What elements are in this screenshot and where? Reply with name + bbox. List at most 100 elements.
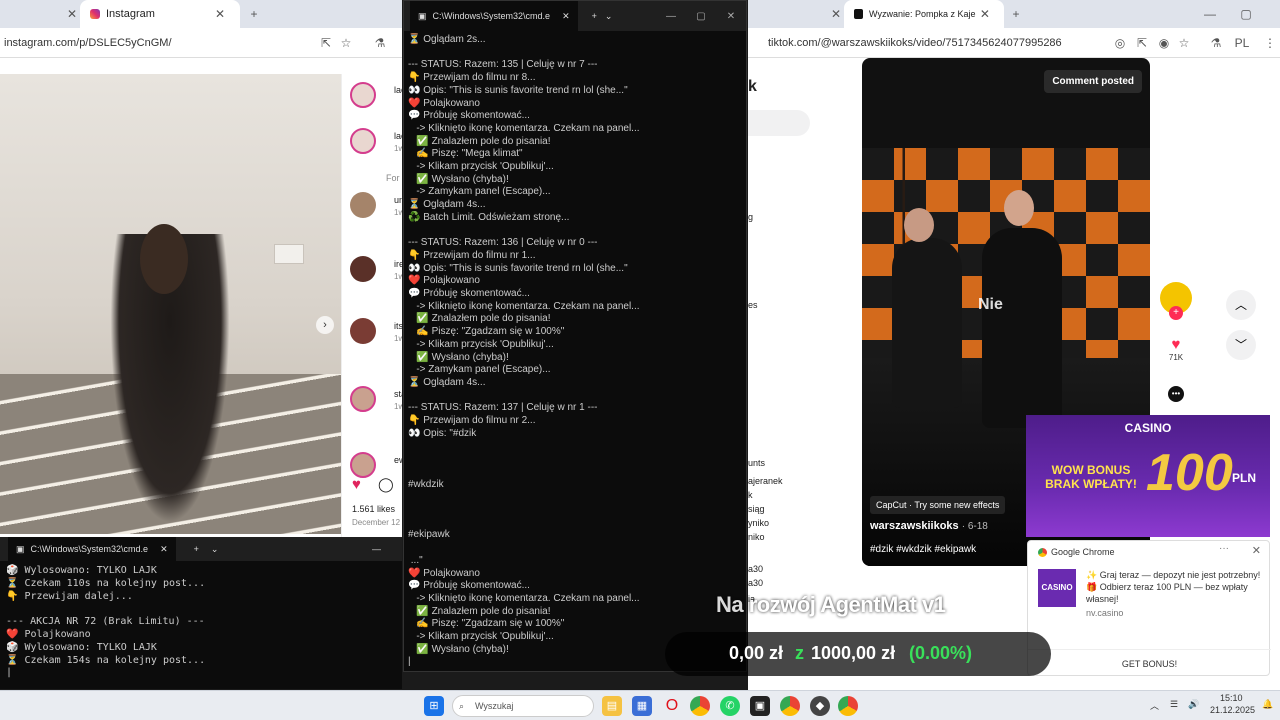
follow-plus-icon[interactable]: +: [1169, 306, 1183, 320]
search-icon: ⌕: [459, 701, 465, 711]
bookmark-star-icon[interactable]: ☆: [1174, 36, 1194, 50]
comment-author[interactable]: lack: [394, 85, 402, 95]
network-icon[interactable]: ☰: [1170, 699, 1178, 710]
post-photo[interactable]: ›: [0, 74, 341, 534]
translate-icon[interactable]: PL: [1232, 36, 1252, 50]
capcut-badge[interactable]: CapCut · Try some new effects: [870, 496, 1006, 514]
video-author[interactable]: warszawskiikoks · 6-18: [870, 520, 988, 532]
whatsapp-icon[interactable]: ✆: [720, 696, 740, 716]
heart-icon[interactable]: ♥: [352, 476, 361, 493]
install-icon[interactable]: ⇱: [316, 36, 336, 50]
eye-off-icon[interactable]: ◎: [1110, 36, 1130, 50]
author-name[interactable]: warszawskiikoks: [870, 520, 959, 532]
cmd-output[interactable]: ⏳ Oglądam 2s... --- STATUS: Razem: 135 |…: [404, 31, 746, 672]
avatar[interactable]: [350, 256, 376, 282]
comment-item: lack 1w: [350, 128, 402, 154]
scroll-up-button[interactable]: ︿: [1226, 290, 1256, 320]
chrome-icon[interactable]: [690, 696, 710, 716]
scroll-down-button[interactable]: ﹀: [1226, 330, 1256, 360]
instagram-logo-icon: [90, 9, 100, 19]
tab-tiktok[interactable]: Wyzwanie: Pompka z Kaje ✕: [844, 0, 1004, 28]
opera-icon[interactable]: O: [662, 696, 682, 716]
tab-instagram[interactable]: Instagram ✕: [80, 0, 240, 28]
bookmark-star-icon[interactable]: ☆: [336, 36, 356, 50]
minimize-icon[interactable]: —: [1200, 7, 1220, 21]
casino-brand: CASINO: [1124, 421, 1172, 435]
maximize-icon[interactable]: ▢: [1236, 7, 1256, 21]
clock-date[interactable]: 21.12.2025: [1210, 705, 1255, 715]
app-icon[interactable]: ◆: [810, 696, 830, 716]
close-window-icon[interactable]: ✕: [716, 11, 746, 22]
tray-chevron-icon[interactable]: ︿: [1150, 699, 1159, 712]
avatar[interactable]: [350, 318, 376, 344]
close-tab-icon[interactable]: ✕: [976, 7, 994, 21]
notification-bell-icon[interactable]: 🔔: [1262, 699, 1273, 710]
privacy-icon[interactable]: ◉: [1154, 36, 1174, 50]
avatar[interactable]: [350, 192, 376, 218]
store-icon[interactable]: ▦: [632, 696, 652, 716]
chrome-profile-icon[interactable]: [780, 696, 800, 716]
like-button[interactable]: ♥ 71K: [1156, 336, 1196, 362]
avatar[interactable]: [350, 82, 376, 108]
windows-start-icon[interactable]: ⊞: [424, 696, 444, 716]
url-text[interactable]: instagram.com/p/DSLEC5yCnGM/: [4, 37, 172, 49]
comment-age: 1w: [394, 208, 402, 217]
video-hashtags[interactable]: #dzik #wkdzik #ekipawk: [870, 544, 976, 555]
comment-author[interactable]: ewe: [394, 455, 402, 465]
comment-icon[interactable]: ◯: [378, 476, 394, 493]
extension-icon[interactable]: ⚗: [1206, 36, 1226, 50]
comment-author[interactable]: staa: [394, 389, 402, 399]
chrome-profile-icon[interactable]: [838, 696, 858, 716]
new-tab-icon[interactable]: +: [244, 7, 264, 21]
more-options-icon[interactable]: ···: [1219, 543, 1229, 554]
close-tab-icon[interactable]: ✕: [210, 7, 230, 21]
minimize-icon[interactable]: —: [372, 544, 381, 554]
ig-address-bar[interactable]: instagram.com/p/DSLEC5yCnGM/ ⇱ ☆ ⚗: [0, 28, 402, 58]
avatar[interactable]: [350, 452, 376, 478]
cmd-output[interactable]: 🎲 Wylosowano: TYLKO LAJK ⏳ Czekam 110s n…: [0, 561, 402, 684]
close-tab-icon[interactable]: ✕: [562, 11, 570, 22]
new-tab-icon[interactable]: +: [194, 544, 199, 554]
casino-ad-banner[interactable]: CASINO WOW BONUS BRAK WPŁATY! 100 PLN: [1026, 415, 1270, 537]
close-tab-icon[interactable]: ✕: [62, 7, 82, 21]
get-bonus-button[interactable]: GET BONUS!: [1028, 649, 1271, 675]
close-icon[interactable]: ✕: [1252, 544, 1261, 557]
taskbar-search[interactable]: ⌕ Wyszukaj: [452, 695, 594, 717]
new-tab-icon[interactable]: +: [1006, 7, 1026, 21]
cmd-tab-title: C:\Windows\System32\cmd.e: [30, 544, 149, 554]
cmd-tab[interactable]: ▣ C:\Windows\System32\cmd.e ✕: [410, 1, 578, 31]
video-actions: + ♥ 71K •••: [1156, 280, 1216, 410]
terminal-icon[interactable]: ▣: [750, 696, 770, 716]
install-icon[interactable]: ⇱: [1132, 36, 1152, 50]
video-person-left: [892, 238, 962, 408]
comment-author[interactable]: itslis: [394, 321, 402, 331]
volume-icon[interactable]: 🔊: [1188, 699, 1199, 710]
like-count: 71K: [1168, 353, 1184, 362]
url-text[interactable]: tiktok.com/@warszawskiikoks/video/751734…: [768, 37, 1062, 49]
casino-amount: 100: [1146, 444, 1233, 502]
comment-button[interactable]: •••: [1156, 386, 1196, 402]
close-tab-icon[interactable]: ✕: [826, 7, 846, 21]
close-tab-icon[interactable]: ✕: [160, 544, 168, 555]
comment-author[interactable]: una: [394, 195, 402, 205]
search-pill[interactable]: [748, 110, 810, 136]
clock-time[interactable]: 15:10: [1220, 693, 1243, 703]
file-explorer-icon[interactable]: ▤: [602, 696, 622, 716]
chevron-down-icon[interactable]: ⌄: [605, 11, 613, 22]
chevron-down-icon[interactable]: ⌄: [211, 544, 219, 555]
tt-address-bar[interactable]: tiktok.com/@warszawskiikoks/video/751734…: [748, 28, 1280, 58]
cmd-tab[interactable]: ▣ C:\Windows\System32\cmd.e ✕: [8, 537, 176, 561]
next-photo-icon[interactable]: ›: [316, 316, 334, 334]
avatar[interactable]: [350, 128, 376, 154]
chrome-notification[interactable]: Google Chrome ··· ✕ CASINO ✨ Graj teraz …: [1027, 540, 1271, 676]
menu-icon[interactable]: ⋮: [1260, 36, 1280, 50]
minimize-icon[interactable]: —: [656, 11, 686, 22]
new-tab-icon[interactable]: +: [592, 11, 597, 21]
avatar[interactable]: [350, 386, 376, 412]
comment-author[interactable]: lack: [394, 131, 402, 141]
tiktok-logo-icon: [854, 9, 864, 19]
maximize-icon[interactable]: ▢: [686, 11, 716, 22]
extension-icon[interactable]: ⚗: [370, 36, 390, 50]
notification-body: ✨ Graj teraz — depozyt nie jest potrzebn…: [1086, 569, 1262, 619]
comment-author[interactable]: iren: [394, 259, 402, 269]
